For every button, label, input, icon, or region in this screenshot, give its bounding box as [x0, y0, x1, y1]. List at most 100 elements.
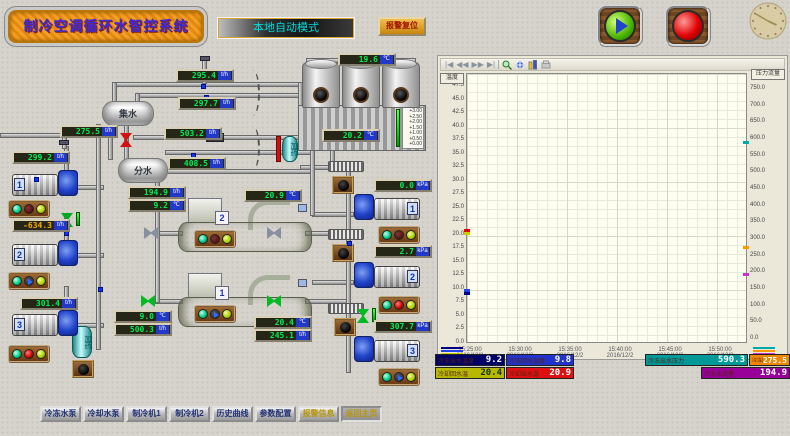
- pen-value-box: 冷冻出水压力590.3: [645, 354, 748, 366]
- hand-valve[interactable]: [59, 140, 69, 145]
- legend-line: [441, 347, 463, 349]
- fault-lamp: [210, 234, 220, 244]
- time-axis-tick: 15:40:002016/12/2: [595, 347, 645, 359]
- left-axis-tick: 45.0: [440, 96, 464, 102]
- gauge-chiller1-supply-temp: 9.0℃: [114, 310, 172, 323]
- gauge-pump-1-flow: 299.2t/h: [12, 151, 70, 164]
- gauge-flow-top-1: 295.4t/h: [176, 69, 234, 82]
- gauge-flow-mid-2: 408.5t/h: [168, 157, 226, 170]
- right-axis-tick: 500.0: [750, 168, 784, 174]
- pen-position-marker: [464, 289, 470, 292]
- strainer-filter: [332, 244, 354, 262]
- nav-cooling-pumps[interactable]: 冷却水泵: [83, 406, 124, 422]
- pump-number: 1: [14, 178, 25, 191]
- right-axis-tick: 450.0: [750, 185, 784, 191]
- mode-button[interactable]: 本地自动模式: [218, 18, 354, 38]
- right-axis-tick: 750.0: [750, 85, 784, 91]
- right-axis-tick: 350.0: [750, 218, 784, 224]
- hand-valve[interactable]: [200, 56, 210, 61]
- valve-gray[interactable]: [144, 227, 158, 239]
- cooling-pump-2-status-lights: [378, 296, 420, 314]
- strainer-filter: [72, 360, 94, 378]
- pen-value-box: 冷冻回水温度9.8: [506, 354, 574, 366]
- strainer-filter: [332, 176, 354, 194]
- flex-connector: [328, 161, 364, 172]
- cooling-tower-1: [302, 62, 340, 108]
- left-axis-tick: 35.0: [440, 150, 464, 156]
- cooling-water-pump-3: 3: [352, 336, 420, 366]
- left-axis-tick: 10.0: [440, 285, 464, 291]
- pump-number: 3: [14, 318, 25, 331]
- pipe: [0, 133, 62, 138]
- gauge-chiller1-flow: 500.3t/h: [114, 323, 172, 336]
- left-axis-tick: 37.5: [440, 136, 464, 142]
- left-axis-tick: 27.5: [440, 190, 464, 196]
- pen-position-marker: [464, 232, 470, 235]
- nav-chiller-2[interactable]: 制冷机2: [169, 406, 210, 422]
- right-axis-tick: 600.0: [750, 135, 784, 141]
- pipe-sensor: [34, 177, 39, 182]
- pen-position-marker: [743, 246, 749, 249]
- valve-green-open[interactable]: [357, 309, 369, 323]
- section-divider-dashed: [248, 70, 260, 116]
- alarm-reset-button[interactable]: 报警复位: [378, 17, 426, 36]
- valve-green-open[interactable]: [267, 295, 281, 307]
- running-lamp: [210, 309, 220, 319]
- chart-axes: 47.545.042.540.037.535.032.530.027.525.0…: [438, 56, 787, 359]
- right-axis-tick: 300.0: [750, 235, 784, 241]
- gauge-pump-3-flow: 301.4t/h: [20, 297, 78, 310]
- nav-history-curve[interactable]: 历史曲线: [212, 406, 253, 422]
- gauge-chiller1-return-flow: 245.1t/h: [254, 329, 312, 342]
- gauge-flow-top-2: 297.7t/h: [178, 97, 236, 110]
- chilled-water-pump-3: 3: [12, 310, 80, 340]
- nav-return-home[interactable]: 返回主页: [341, 406, 382, 422]
- nav-alarm-info[interactable]: 报警信息: [298, 406, 339, 422]
- left-axis-tick: 25.0: [440, 204, 464, 210]
- cooling-water-pump-1: 1: [352, 194, 420, 224]
- left-axis-tick: 0.0: [440, 339, 464, 345]
- pipe: [112, 82, 302, 87]
- nav-chiller-1[interactable]: 制冷机1: [126, 406, 167, 422]
- right-axis-tick: 400.0: [750, 202, 784, 208]
- ready-lamp: [222, 234, 232, 244]
- valve-position-indicator: [76, 212, 80, 226]
- cooling-pump-1-status-lights: [378, 226, 420, 244]
- chiller-2-status-lights: [194, 230, 236, 248]
- valve-gray[interactable]: [267, 227, 281, 239]
- nav-chilled-pumps[interactable]: 冷冻水泵: [40, 406, 81, 422]
- fan-icon: [353, 87, 369, 103]
- left-axis-tick: 15.0: [440, 258, 464, 264]
- nav-parameter-config[interactable]: 参数配置: [255, 406, 296, 422]
- gauge-chiller1-return-temp: 20.4℃: [254, 316, 312, 329]
- collector-tank: 集水: [102, 101, 154, 126]
- valve-red-closed[interactable]: [120, 133, 132, 147]
- left-axis-label: 温度: [440, 73, 464, 84]
- right-axis-label: 压力流量: [751, 69, 785, 80]
- valve-green-open[interactable]: [141, 295, 155, 307]
- chilled-water-pump-2: 2: [12, 240, 80, 270]
- gauge-basin-temp: 20.2℃: [322, 129, 380, 142]
- dosing-alarm-strip: [276, 136, 281, 162]
- right-axis-tick: 150.0: [750, 285, 784, 291]
- gauge-chiller2-return-temp: 20.9℃: [244, 189, 302, 202]
- pump-3-status-lights: [8, 345, 50, 363]
- flex-connector: [328, 229, 364, 240]
- left-axis-tick: 12.5: [440, 271, 464, 277]
- right-axis-tick: 200.0: [750, 268, 784, 274]
- pipe-sensor: [201, 84, 206, 89]
- gauge-collector-flow: 275.5t/h: [60, 125, 118, 138]
- gauge-cooling-pump-1-pressure: 0.0kPa: [374, 179, 432, 192]
- right-axis-tick: 700.0: [750, 102, 784, 108]
- gauge-pump-2-flow: -634.3t/h: [12, 219, 70, 232]
- hmi-screen: 制冷空调循环水智控系统 本地自动模式 报警复位: [0, 0, 790, 436]
- trend-chart-panel: |◀ ◀◀ ▶▶ ▶| 温度 压力流量 47.545.042.540.037.5…: [437, 55, 788, 360]
- strainer-filter: [334, 318, 356, 336]
- pump-number: 1: [407, 202, 418, 215]
- pen-value-box: 冷冻水流量194.9: [701, 367, 790, 379]
- left-axis-tick: 20.0: [440, 231, 464, 237]
- stop-icon: [672, 10, 704, 42]
- start-icon: [604, 10, 636, 42]
- gauge-chiller2-flow: 194.9t/h: [128, 186, 186, 199]
- start-button[interactable]: [597, 5, 643, 47]
- stop-button[interactable]: [665, 5, 711, 47]
